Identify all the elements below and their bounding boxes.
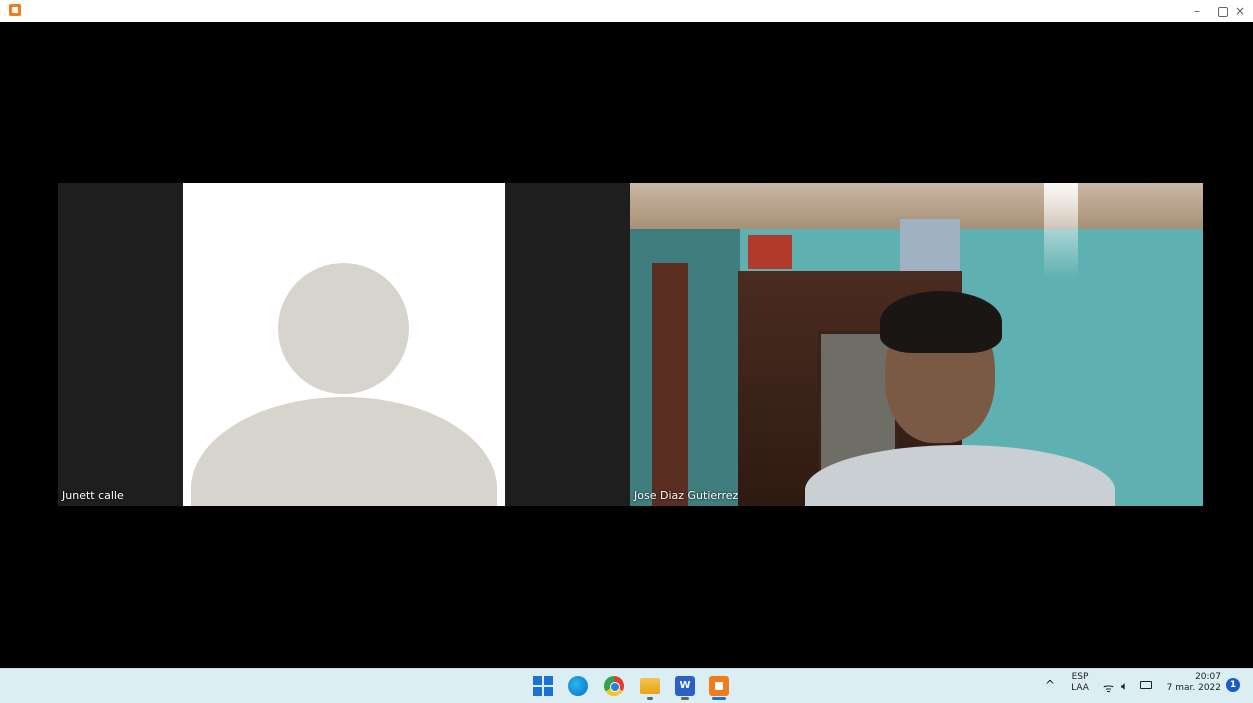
- taskbar: [0, 668, 1253, 703]
- language-indicator[interactable]: ESP LAA: [1068, 672, 1092, 694]
- wifi-icon[interactable]: ᯤ: [1103, 679, 1114, 696]
- notification-badge[interactable]: 1: [1226, 678, 1240, 692]
- file-explorer-icon[interactable]: [640, 678, 660, 694]
- running-indicator: [681, 697, 689, 700]
- active-indicator: [712, 697, 726, 700]
- keyboard-layout: LAA: [1071, 683, 1089, 693]
- start-icon[interactable]: [533, 676, 553, 696]
- avatar-body-icon: [191, 397, 497, 506]
- title-bar: – ×: [0, 0, 1253, 22]
- language-code: ESP: [1071, 672, 1089, 682]
- volume-icon[interactable]: 🔈︎: [1121, 679, 1128, 694]
- date-text: 7 mar. 2022: [1166, 683, 1221, 693]
- avatar-placeholder: [183, 183, 505, 506]
- app-icon: [9, 4, 21, 16]
- participant-name: Jose Diaz Gutierrez: [634, 489, 739, 502]
- avatar-head-icon: [278, 263, 409, 394]
- participant-video: [630, 183, 1203, 506]
- time-text: 20:07: [1195, 672, 1221, 682]
- close-button[interactable]: ×: [1226, 2, 1253, 20]
- word-icon[interactable]: W: [675, 676, 695, 696]
- show-hidden-icons-chevron-icon[interactable]: ^: [1045, 678, 1055, 692]
- meeting-app-icon[interactable]: [709, 676, 729, 696]
- running-indicator: [647, 697, 653, 700]
- participant-tile-junett[interactable]: Junett calle: [58, 183, 630, 506]
- participant-tile-jose[interactable]: Jose Diaz Gutierrez: [630, 183, 1203, 506]
- minimize-button[interactable]: –: [1183, 2, 1211, 20]
- participant-name: Junett calle: [62, 489, 124, 502]
- clock[interactable]: 20:07 7 mar. 2022: [1165, 672, 1221, 694]
- edge-icon[interactable]: [568, 676, 588, 696]
- battery-icon[interactable]: [1140, 681, 1152, 689]
- chrome-icon[interactable]: [604, 676, 624, 696]
